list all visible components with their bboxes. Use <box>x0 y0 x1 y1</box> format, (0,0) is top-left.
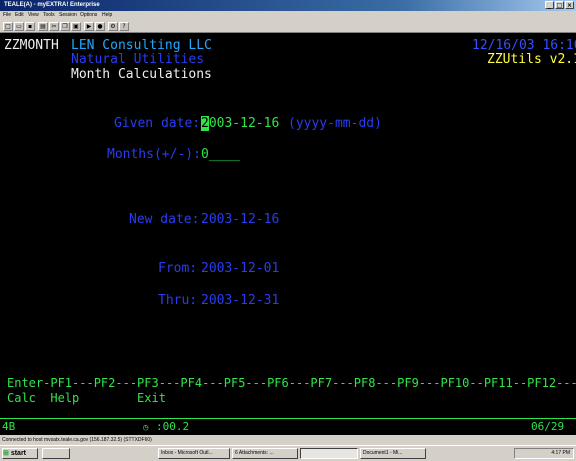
pf-key-labels: Calc Help Exit <box>7 391 166 405</box>
months-label: Months(+/-): <box>107 147 201 162</box>
record-icon[interactable]: ● <box>95 22 105 31</box>
task-outlook[interactable]: Inbox - Microsoft Outl... <box>158 448 230 459</box>
minimize-button[interactable]: _ <box>545 1 554 9</box>
task-terminal[interactable] <box>300 448 358 459</box>
program-name: ZZMONTH <box>4 38 59 53</box>
copy-icon[interactable]: ❐ <box>60 22 70 31</box>
menu-tools[interactable]: Tools <box>43 11 55 20</box>
date-format-hint: (yyyy-mm-dd) <box>288 116 382 131</box>
macro-icon[interactable]: ▶ <box>84 22 94 31</box>
menu-options[interactable]: Options <box>80 11 97 20</box>
taskbar: ⊞ start Inbox - Microsoft Outl... 6 Atta… <box>0 445 576 461</box>
terminal-screen[interactable]: ZZMONTH LEN Consulting LLC 12/16/03 16:1… <box>0 33 576 418</box>
title-bar: TEALE(A) - myEXTRA! Enterprise _ □ × <box>0 0 576 11</box>
windows-logo-icon: ⊞ <box>3 450 9 457</box>
new-date-label: New date: <box>129 212 200 227</box>
version: ZZUtils v2.1 <box>487 52 576 67</box>
help-icon[interactable]: ? <box>119 22 129 31</box>
maximize-button[interactable]: □ <box>555 1 564 9</box>
print-icon[interactable]: ▤ <box>38 22 48 31</box>
menu-view[interactable]: View <box>28 11 39 20</box>
open-icon[interactable]: ▭ <box>14 22 24 31</box>
new-date-value: 2003-12-16 <box>201 212 280 227</box>
given-date-label: Given date: <box>114 116 201 131</box>
new-icon[interactable]: □ <box>3 22 13 31</box>
given-date-field[interactable]: 2003-12-16 <box>201 116 279 132</box>
pf-key-line: Enter-PF1---PF2---PF3---PF4---PF5---PF6-… <box>7 376 576 390</box>
settings-icon[interactable]: ⚙ <box>108 22 118 31</box>
menu-edit[interactable]: Edit <box>15 11 24 20</box>
toolbar: □ ▭ ▪ ▤ ✂ ❐ ▣ ▶ ● ⚙ ? <box>0 20 576 33</box>
menu-session[interactable]: Session <box>59 11 77 20</box>
start-button[interactable]: ⊞ start <box>2 448 38 459</box>
save-icon[interactable]: ▪ <box>25 22 35 31</box>
connection-status: Connected to host mvsatx.teale.ca.gov (1… <box>2 437 152 443</box>
clock-icon: ◷ <box>143 423 149 433</box>
clock: 4:17 PM <box>551 450 570 456</box>
task-document[interactable]: Document1 - Mi... <box>360 448 426 459</box>
system-tray: 4:17 PM <box>514 448 574 459</box>
oia-timer: :00.2 <box>156 420 190 433</box>
status-bar: Connected to host mvsatx.teale.ca.gov (1… <box>0 435 576 445</box>
months-input[interactable]: 0____ <box>201 147 240 163</box>
window-title: TEALE(A) - myEXTRA! Enterprise <box>4 2 100 8</box>
cut-icon[interactable]: ✂ <box>49 22 59 31</box>
app-name: Natural Utilities <box>71 52 205 67</box>
quick-launch[interactable] <box>42 448 70 459</box>
paste-icon[interactable]: ▣ <box>71 22 81 31</box>
screen-title: Month Calculations <box>71 67 212 82</box>
operator-info-area: 4B ◷ :00.2 06/29 <box>0 418 576 435</box>
menu-file[interactable]: File <box>3 11 11 20</box>
given-date-value: 003-12-16 <box>208 116 280 131</box>
from-value: 2003-12-01 <box>201 261 280 276</box>
cursor-position: 06/29 <box>531 420 565 433</box>
oia-indicator: 4B <box>2 420 16 433</box>
thru-label: Thru: <box>158 293 198 308</box>
thru-value: 2003-12-31 <box>201 293 280 308</box>
menu-help[interactable]: Help <box>102 11 112 20</box>
menu-bar: File Edit View Tools Session Options Hel… <box>0 11 576 20</box>
close-button[interactable]: × <box>565 1 574 9</box>
cursor: 2 <box>201 116 209 131</box>
from-label: From: <box>158 261 198 276</box>
task-attachments[interactable]: 6 Attachments: ... <box>232 448 298 459</box>
